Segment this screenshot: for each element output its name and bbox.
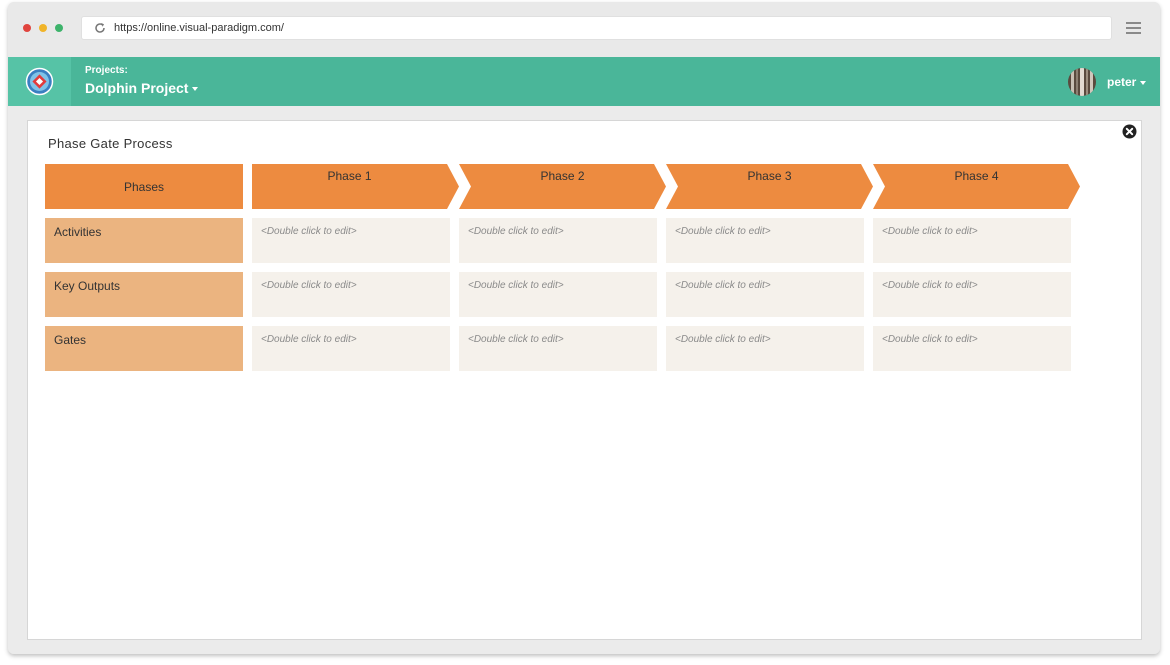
url-text: https://online.visual-paradigm.com/ — [114, 22, 284, 34]
avatar[interactable] — [1068, 68, 1096, 96]
table-cell[interactable]: <Double click to edit> — [459, 272, 657, 317]
chevron-down-icon — [192, 87, 199, 92]
phase-header-3[interactable]: Phase 3 — [666, 164, 873, 209]
projects-label: Projects: — [85, 65, 128, 76]
row-label-key-outputs[interactable]: Key Outputs — [45, 272, 243, 317]
table-cell[interactable]: <Double click to edit> — [873, 272, 1071, 317]
phases-header-cell[interactable]: Phases — [45, 164, 243, 209]
table-cell[interactable]: <Double click to edit> — [873, 326, 1071, 371]
table-cell[interactable]: <Double click to edit> — [666, 272, 864, 317]
browser-window: https://online.visual-paradigm.com/ Proj… — [8, 2, 1160, 654]
address-bar[interactable]: https://online.visual-paradigm.com/ — [81, 16, 1112, 40]
phase-label: Phase 3 — [747, 169, 792, 183]
table-cell[interactable]: <Double click to edit> — [666, 218, 864, 263]
avatar-image-icon — [1068, 68, 1096, 96]
chevron-down-icon — [1140, 80, 1147, 85]
phase-label: Phase 1 — [327, 169, 372, 183]
maximize-window-dot[interactable] — [55, 24, 63, 32]
minimize-window-dot[interactable] — [39, 24, 47, 32]
diagram-title[interactable]: Phase Gate Process — [48, 136, 173, 151]
row-label-gates[interactable]: Gates — [45, 326, 243, 371]
phase-header-4[interactable]: Phase 4 — [873, 164, 1080, 209]
logo-container[interactable] — [8, 57, 71, 106]
table-cell[interactable]: <Double click to edit> — [459, 218, 657, 263]
table-cell[interactable]: <Double click to edit> — [459, 326, 657, 371]
phase-label: Phase 4 — [954, 169, 999, 183]
phase-header-2[interactable]: Phase 2 — [459, 164, 666, 209]
close-icon[interactable] — [1122, 124, 1137, 139]
table-cell[interactable]: <Double click to edit> — [252, 272, 450, 317]
table-cell[interactable]: <Double click to edit> — [252, 326, 450, 371]
close-window-dot[interactable] — [23, 24, 31, 32]
table-cell[interactable]: <Double click to edit> — [873, 218, 1071, 263]
visual-paradigm-logo-icon — [25, 67, 54, 96]
reload-icon[interactable] — [94, 22, 106, 34]
hamburger-menu-icon[interactable] — [1126, 22, 1141, 34]
diagram-panel: Phase Gate Process Phases Phase 1 Phase … — [27, 120, 1142, 640]
project-name: Dolphin Project — [85, 80, 189, 96]
browser-chrome: https://online.visual-paradigm.com/ — [8, 2, 1160, 57]
app-header: Projects: Dolphin Project peter — [8, 57, 1160, 106]
project-selector[interactable]: Dolphin Project — [85, 80, 199, 96]
row-label-activities[interactable]: Activities — [45, 218, 243, 263]
phase-header-1[interactable]: Phase 1 — [252, 164, 459, 209]
table-cell[interactable]: <Double click to edit> — [666, 326, 864, 371]
phase-label: Phase 2 — [540, 169, 585, 183]
user-menu[interactable]: peter — [1107, 75, 1147, 89]
user-name: peter — [1107, 75, 1137, 89]
canvas-area: Phase Gate Process Phases Phase 1 Phase … — [8, 106, 1160, 654]
table-cell[interactable]: <Double click to edit> — [252, 218, 450, 263]
